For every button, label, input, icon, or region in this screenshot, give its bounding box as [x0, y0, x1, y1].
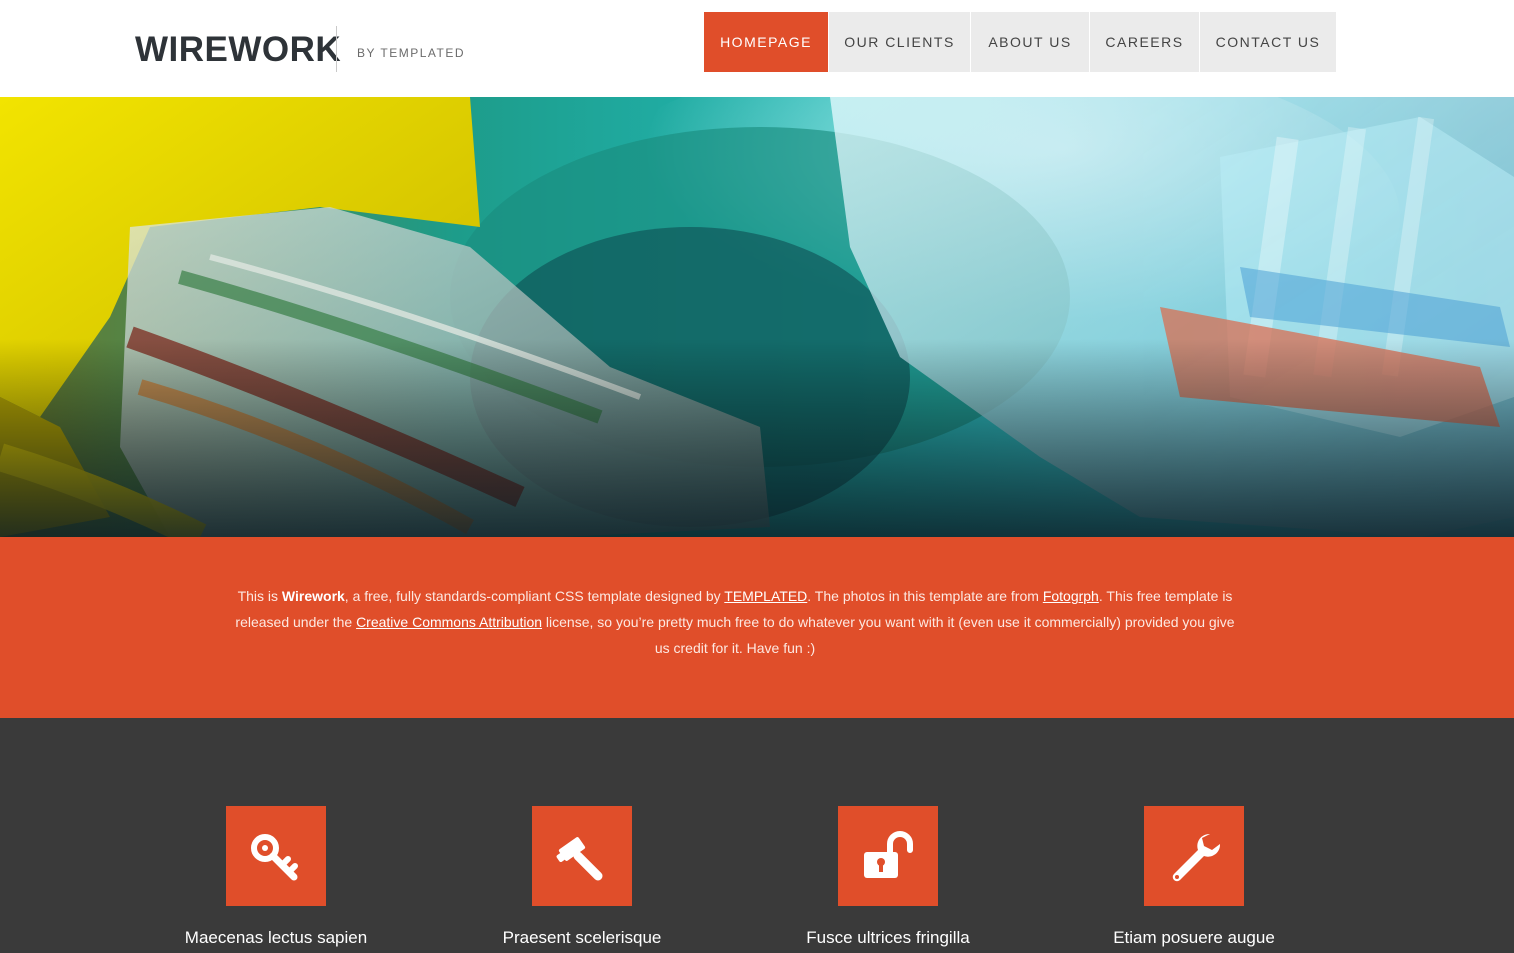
site-logo[interactable]: WIREWORK — [135, 30, 341, 70]
feature-title: Praesent scelerisque — [502, 928, 662, 947]
gavel-icon — [556, 837, 603, 881]
feature-title: Fusce ultrices fringilla — [806, 928, 970, 947]
intro-brand: Wirework — [281, 588, 345, 604]
unlock-icon — [864, 831, 913, 878]
nav-item-careers[interactable]: CAREERS — [1090, 12, 1199, 72]
main-nav: HOMEPAGE OUR CLIENTS ABOUT US CAREERS CO… — [704, 12, 1337, 72]
key-icon — [251, 834, 298, 881]
creative-commons-link[interactable]: Creative Commons Attribution — [356, 614, 542, 630]
templated-link[interactable]: TEMPLATED — [724, 588, 807, 604]
intro-text-3: . The photos in this template are from — [807, 588, 1043, 604]
intro-text-1: This is — [237, 588, 282, 604]
nav-item-our-clients[interactable]: OUR CLIENTS — [829, 12, 970, 72]
intro-text-5: license, so you’re pretty much free to d… — [542, 614, 1235, 656]
feature-icon-box[interactable] — [838, 806, 938, 906]
feature-title: Etiam posuere augue — [1113, 928, 1275, 947]
nav-item-contact-us[interactable]: CONTACT US — [1200, 12, 1336, 72]
intro-paragraph: This is Wirework, a free, fully standard… — [230, 583, 1240, 661]
intro-text-2: , a free, fully standards-compliant CSS … — [344, 588, 725, 604]
feature-icon-box[interactable] — [1144, 806, 1244, 906]
features-section: Maecenas lectus sapien Praesent sceleris… — [0, 718, 1514, 953]
intro-section: This is Wirework, a free, fully standard… — [0, 537, 1514, 718]
wrench-icon — [1172, 833, 1221, 882]
byline: BY TEMPLATED — [357, 46, 466, 60]
logo-divider — [336, 26, 337, 72]
feature-item: Fusce ultrices fringilla — [758, 806, 1018, 948]
feature-item: Maecenas lectus sapien — [146, 806, 406, 948]
feature-icon-box[interactable] — [532, 806, 632, 906]
site-header: WIREWORK BY TEMPLATED HOMEPAGE OUR CLIEN… — [0, 0, 1514, 97]
nav-item-about-us[interactable]: ABOUT US — [971, 12, 1089, 72]
fotogrph-link[interactable]: Fotogrph — [1043, 588, 1099, 604]
feature-item: Etiam posuere augue — [1064, 806, 1324, 948]
feature-icon-box[interactable] — [226, 806, 326, 906]
feature-item: Praesent scelerisque — [452, 806, 712, 948]
nav-item-homepage[interactable]: HOMEPAGE — [704, 12, 828, 72]
feature-title: Maecenas lectus sapien — [184, 928, 368, 947]
hero-image — [0, 97, 1514, 537]
